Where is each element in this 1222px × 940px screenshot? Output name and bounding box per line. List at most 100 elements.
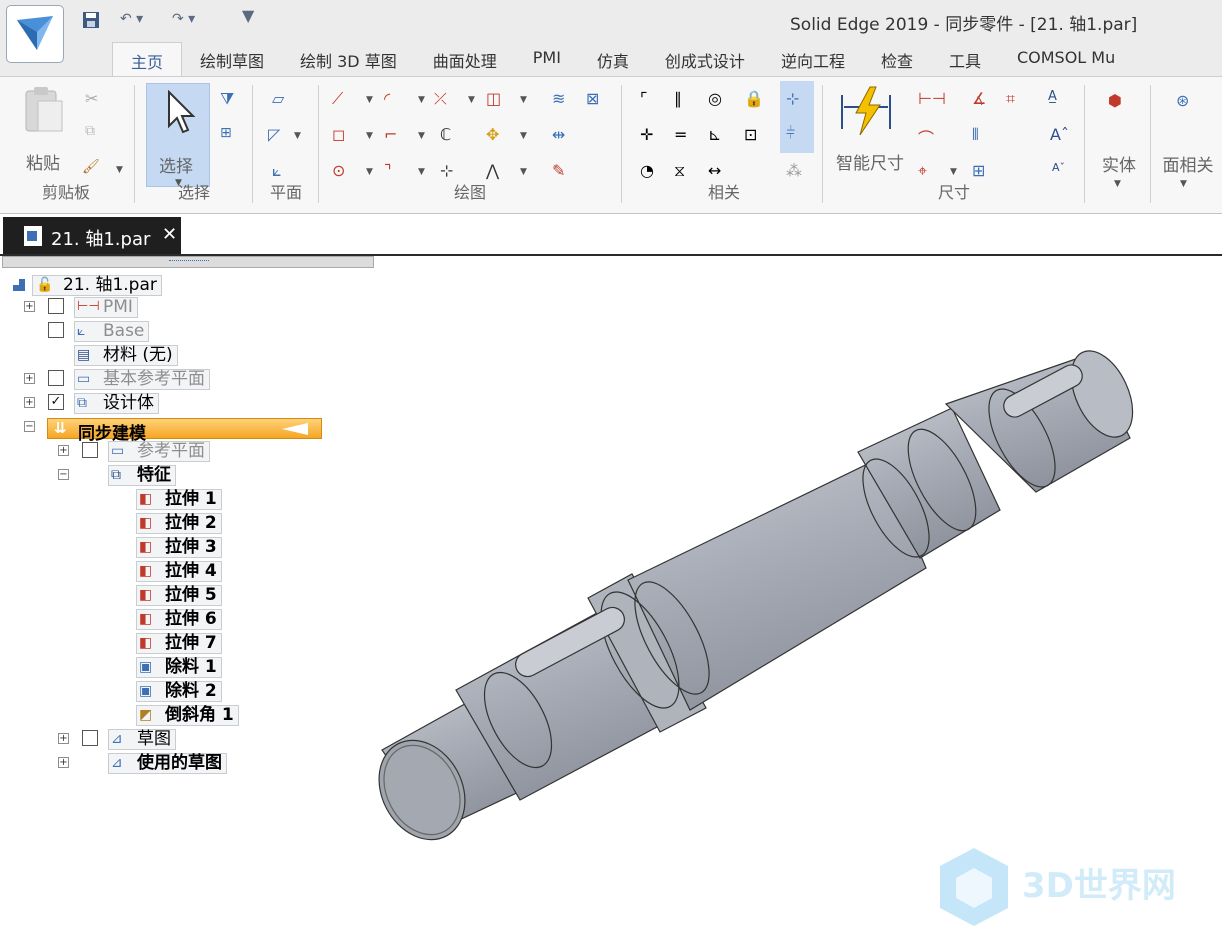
offset-icon[interactable]: ◫: [486, 89, 508, 111]
paste-button[interactable]: [20, 85, 68, 141]
divider: [621, 85, 622, 203]
design-body-checkbox[interactable]: ✓: [48, 394, 64, 410]
paste-label: 粘贴: [26, 154, 60, 174]
parallel-icon[interactable]: ∥: [674, 89, 696, 111]
lock-icon[interactable]: 🔒: [744, 89, 766, 111]
chevron-down-icon[interactable]: ▼: [418, 131, 425, 141]
close-icon[interactable]: ✕: [162, 224, 177, 245]
chevron-down-icon[interactable]: ▼: [366, 95, 373, 105]
distance-between-icon[interactable]: ⊢⊣: [918, 89, 946, 111]
tab-inspect[interactable]: 检查: [863, 42, 931, 76]
move-icon[interactable]: ✥: [486, 125, 508, 147]
shaft-model[interactable]: [362, 341, 1145, 850]
watermark: 3D世界网: [936, 846, 1220, 936]
chevron-down-icon[interactable]: ▼: [366, 131, 373, 141]
select-tools-icon[interactable]: ⊞: [220, 125, 242, 147]
plane-icon[interactable]: ▱: [272, 89, 294, 111]
collapse-icon[interactable]: −: [58, 469, 69, 480]
arrow-left-icon: [282, 423, 308, 435]
divider: [318, 85, 319, 203]
perpendicular-icon[interactable]: ⊾: [708, 125, 730, 147]
chevron-down-icon[interactable]: ▼: [950, 167, 957, 177]
angle-between-icon[interactable]: ∡: [972, 89, 994, 111]
tab-3d-sketch[interactable]: 绘制 3D 草图: [282, 42, 415, 76]
draw-group: ⟋ ▼ ◜ ▼ ⤫ ▼ ◫ ▼ ≋ ⊠ ◻ ▼ ⌐ ▼ ℂ ✥ ▼ ⇹ ⊙ ▼ …: [322, 77, 618, 209]
graphics-window[interactable]: [360, 330, 1160, 850]
chevron-down-icon[interactable]: ▼: [418, 95, 425, 105]
collapse-icon[interactable]: −: [24, 421, 35, 432]
sketch-checkbox[interactable]: [82, 730, 98, 746]
filter-icon[interactable]: ⧩: [220, 89, 242, 111]
select-button[interactable]: 选择 ▼: [146, 83, 210, 188]
tab-tools[interactable]: 工具: [931, 42, 999, 76]
chevron-down-icon[interactable]: ▼: [520, 95, 527, 105]
base-planes-checkbox[interactable]: [48, 370, 64, 386]
tab-comsol[interactable]: COMSOL Mu: [999, 42, 1133, 76]
maintain-relationships-button[interactable]: ⊹ ⫩: [780, 81, 814, 153]
line-icon[interactable]: ⟋: [332, 89, 354, 111]
trim-icon[interactable]: ⤫: [434, 89, 456, 111]
redo-icon[interactable]: ↷ ▾: [172, 11, 195, 27]
pmi-checkbox[interactable]: [48, 298, 64, 314]
ref-planes-checkbox[interactable]: [82, 442, 98, 458]
chevron-down-icon[interactable]: ▼: [366, 167, 373, 177]
tab-sketch[interactable]: 绘制草图: [182, 42, 282, 76]
rigid-set-icon[interactable]: ⊡: [744, 125, 766, 147]
concentric-icon[interactable]: ◎: [708, 89, 730, 111]
fillet-icon[interactable]: ⌐: [384, 125, 406, 147]
include-icon[interactable]: ⊠: [586, 89, 608, 111]
tab-simulation[interactable]: 仿真: [579, 42, 647, 76]
save-icon[interactable]: [82, 11, 100, 33]
application-button[interactable]: [6, 5, 64, 63]
document-tab[interactable]: 21. 轴1.par ✕: [3, 217, 181, 254]
expand-icon[interactable]: +: [24, 397, 35, 408]
expand-icon[interactable]: +: [58, 445, 69, 456]
extend-icon[interactable]: ℂ: [440, 125, 462, 147]
customize-qat-icon[interactable]: ▼: [242, 6, 254, 25]
chevron-down-icon[interactable]: ▼: [520, 167, 527, 177]
chevron-down-icon[interactable]: ▼: [418, 167, 425, 177]
dimension-group-label: 尺寸: [937, 183, 970, 202]
chevron-down-icon[interactable]: ▼: [520, 131, 527, 141]
tree-item-synchronous[interactable]: ⇊ 同步建模: [47, 418, 322, 444]
rectangle-icon[interactable]: ◻: [332, 125, 354, 147]
chevron-down-icon[interactable]: ▼: [294, 131, 301, 141]
pathfinder-splitter-handle[interactable]: [2, 256, 374, 268]
arc-icon[interactable]: ◜: [384, 89, 406, 111]
smart-dimension-button[interactable]: [836, 85, 896, 145]
cut-icon[interactable]: ✂: [85, 89, 107, 111]
window-title: Solid Edge 2019 - 同步零件 - [21. 轴1.par]: [790, 15, 1138, 35]
solid-group[interactable]: ⬢ 实体 ▼: [1088, 77, 1150, 209]
clipboard-group: 粘贴 ✂ ⧉ 🖌 ▼ 剪贴板: [0, 77, 132, 209]
text-style-icon[interactable]: A̲: [1048, 89, 1070, 111]
tab-generative-design[interactable]: 创成式设计: [647, 42, 763, 76]
mirror-icon[interactable]: ⇹: [552, 125, 574, 147]
format-painter-icon[interactable]: 🖌: [82, 159, 104, 181]
equal-icon[interactable]: =: [674, 125, 696, 147]
tab-reverse-engineering[interactable]: 逆向工程: [763, 42, 863, 76]
symmetric-diameter-icon[interactable]: ⌒: [918, 125, 940, 148]
decrease-text-size-icon[interactable]: Aˇ: [1052, 161, 1074, 183]
tab-surfacing[interactable]: 曲面处理: [415, 42, 515, 76]
coincident-plane-icon[interactable]: ◸: [268, 125, 290, 147]
angular-coordinate-icon[interactable]: ⫴: [972, 125, 994, 147]
expand-icon[interactable]: +: [58, 757, 69, 768]
chevron-down-icon[interactable]: ▼: [116, 165, 123, 175]
increase-text-size-icon[interactable]: Aˆ: [1050, 125, 1072, 147]
document-tab-label: 21. 轴1.par: [51, 229, 151, 250]
copy-icon[interactable]: ⧉: [85, 123, 107, 145]
tab-home[interactable]: 主页: [112, 42, 183, 76]
divider: [134, 85, 135, 203]
expand-icon[interactable]: +: [58, 733, 69, 744]
face-related-group[interactable]: ⊛ 面相关 ▼: [1154, 77, 1222, 209]
undo-icon[interactable]: ↶ ▾: [120, 11, 143, 27]
expand-icon[interactable]: +: [24, 301, 35, 312]
base-checkbox[interactable]: [48, 322, 64, 338]
connect-icon[interactable]: ⌜: [640, 89, 662, 111]
project-icon[interactable]: ≋: [552, 89, 574, 111]
coordinate-dimension-icon[interactable]: ⌗: [1006, 89, 1028, 111]
chevron-down-icon[interactable]: ▼: [468, 95, 475, 105]
tab-pmi[interactable]: PMI: [515, 42, 579, 76]
expand-icon[interactable]: +: [24, 373, 35, 384]
horizontal-vertical-icon[interactable]: ✛: [640, 125, 662, 147]
